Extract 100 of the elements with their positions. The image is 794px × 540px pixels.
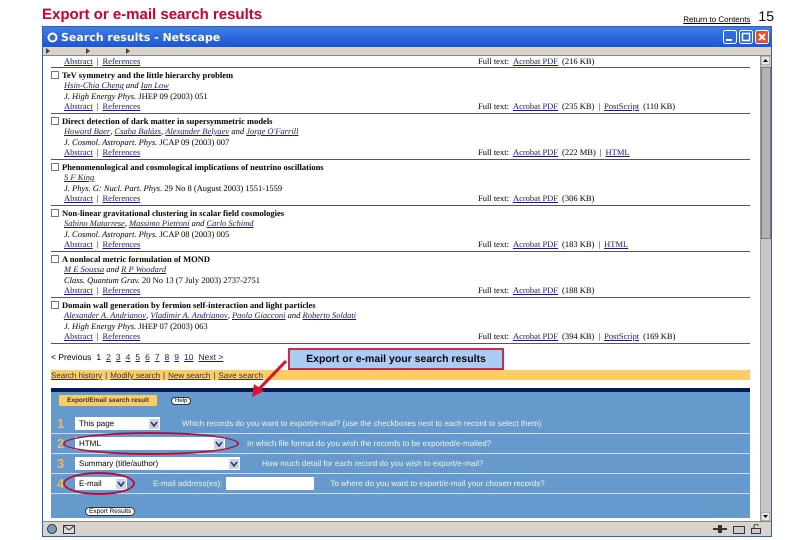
page-link[interactable]: 9 <box>174 352 180 362</box>
file-link[interactable]: Acrobat PDF <box>512 239 558 250</box>
journal-reference: J. High Energy Phys. JHEP 09 (2003) 051 <box>63 90 209 101</box>
dropdown[interactable]: HTML <box>75 437 225 450</box>
record-link[interactable]: References <box>102 56 140 66</box>
record-checkbox[interactable] <box>51 70 59 79</box>
file-link[interactable]: PostScript <box>604 331 640 342</box>
author-link[interactable]: Howard Baer <box>64 126 110 136</box>
file-link[interactable]: Acrobat PDF <box>512 147 558 158</box>
file-size: (169 KB) <box>643 331 676 342</box>
page-link[interactable]: 1 <box>96 352 102 362</box>
author-separator: and <box>105 264 120 274</box>
question-text: How much detail for each record do you wish to export/e-mail? <box>262 459 484 468</box>
record-checkbox[interactable] <box>51 162 59 171</box>
file-link[interactable]: Acrobat PDF <box>512 193 558 204</box>
link-separator: | <box>213 370 216 380</box>
record-link[interactable]: Abstract <box>64 56 93 66</box>
dropdown[interactable]: This page <box>75 417 160 430</box>
nav-link[interactable]: Search history <box>51 370 102 380</box>
nav-link[interactable]: New search <box>168 370 210 380</box>
email-address-field[interactable] <box>226 477 314 490</box>
expand-arrow-icon <box>85 48 91 54</box>
link-separator: | <box>163 370 166 380</box>
author-separator: and <box>124 80 140 90</box>
author-link[interactable]: Jorge O'Farrill <box>246 126 298 136</box>
author-link[interactable]: Ian Low <box>140 80 169 90</box>
link-separator: | <box>598 101 600 112</box>
dropdown[interactable]: E-mail <box>75 477 127 490</box>
record-checkbox[interactable] <box>51 300 59 309</box>
record-link[interactable]: References <box>102 331 140 342</box>
page-link[interactable]: 3 <box>116 352 121 362</box>
page-link[interactable]: 2 <box>106 352 111 362</box>
file-link[interactable]: Acrobat PDF <box>512 56 558 66</box>
scroll-thumb[interactable] <box>761 67 771 239</box>
record-link[interactable]: References <box>102 285 140 296</box>
page-link[interactable]: 4 <box>126 352 130 362</box>
record-title: Domain wall generation by fermion self-interaction and light particles <box>62 300 316 310</box>
author-link[interactable]: Massimo Pietroni <box>129 218 190 228</box>
author-link[interactable]: Carlo Schimd <box>206 218 254 228</box>
record-link[interactable]: References <box>102 147 140 158</box>
record-checkbox[interactable] <box>51 254 59 263</box>
author-link[interactable]: Vladimir A. Andrianov <box>150 310 228 320</box>
author-link[interactable]: S F King <box>64 172 94 182</box>
author-separator: , <box>228 310 231 320</box>
file-size: (394 KB) <box>562 331 594 342</box>
step-number: 4 <box>56 476 66 491</box>
author-link[interactable]: Sabino Matarrese <box>64 218 125 228</box>
dropdown[interactable]: Summary (title/author) <box>75 457 240 470</box>
author-link[interactable]: Csaba Balázs <box>114 126 161 136</box>
file-link[interactable]: HTML <box>604 239 628 250</box>
author-separator: , <box>110 126 114 136</box>
scrollbar[interactable] <box>760 56 771 521</box>
contents-link[interactable]: Return to Contents <box>683 15 750 24</box>
record-checkbox[interactable] <box>51 116 59 125</box>
link-separator: | <box>600 147 602 158</box>
journal-reference: J. Cosmol. Astropart. Phys. JCAP 08 (2003) 005 <box>63 228 230 239</box>
page-link[interactable]: 8 <box>164 352 170 362</box>
record-link[interactable]: Abstract <box>64 101 93 112</box>
author-separator: , <box>124 218 128 228</box>
record-link[interactable]: References <box>102 239 140 250</box>
record-link[interactable]: References <box>102 193 140 204</box>
page-link[interactable]: 6 <box>145 352 150 362</box>
page-link[interactable]: 7 <box>154 352 160 362</box>
full-text-label: Full text: <box>478 147 509 158</box>
record-checkbox[interactable] <box>51 208 59 217</box>
nav-link[interactable]: Modify search <box>110 370 160 380</box>
record-link[interactable]: Abstract <box>64 331 93 342</box>
window-title: Search results - Netscape <box>61 30 220 44</box>
page-link[interactable]: 5 <box>135 352 140 362</box>
record-link[interactable]: Abstract <box>64 147 93 158</box>
author-link[interactable]: M E Soussa <box>64 264 104 274</box>
question-text: Which records do you want to export/e-mail? (use the checkboxes next to each record to select them) <box>182 419 542 428</box>
author-link[interactable]: R P Woodard <box>121 264 166 274</box>
file-link[interactable]: Acrobat PDF <box>512 331 558 342</box>
close-icon <box>755 30 769 44</box>
record-link[interactable]: References <box>102 101 140 112</box>
file-link[interactable]: HTML <box>606 147 630 158</box>
author-link[interactable]: Alexander Belyaev <box>165 126 230 136</box>
step-number: 3 <box>56 456 66 471</box>
slide-title: Export or e-mail search results <box>42 6 262 25</box>
author-link[interactable]: Alexander A. Andrianov <box>64 310 146 320</box>
record-link[interactable]: Abstract <box>64 285 93 296</box>
author-link[interactable]: Roberto Soldati <box>302 310 356 320</box>
file-link[interactable]: Acrobat PDF <box>512 101 558 112</box>
expand-arrow-icon <box>45 48 51 54</box>
next-link[interactable]: Next > <box>198 352 224 362</box>
file-link[interactable]: Acrobat PDF <box>512 285 558 296</box>
dropdown-arrow-icon <box>229 458 239 468</box>
nav-link[interactable]: Save search <box>218 370 263 380</box>
file-link[interactable]: PostScript <box>604 101 640 112</box>
record-title: A nonlocal metric formulation of MOND <box>62 254 210 264</box>
full-text-label: Full text: <box>478 56 509 66</box>
page-link[interactable]: 10 <box>184 352 194 362</box>
author-link[interactable]: Paola Giacconi <box>232 310 286 320</box>
connection-icon <box>713 525 727 533</box>
record-link[interactable]: Abstract <box>64 239 93 250</box>
full-text-label: Full text: <box>478 101 509 112</box>
record-link[interactable]: Abstract <box>64 193 93 204</box>
dropdown-arrow-icon <box>116 478 126 488</box>
author-link[interactable]: Hsin-Chia Cheng <box>64 80 124 90</box>
